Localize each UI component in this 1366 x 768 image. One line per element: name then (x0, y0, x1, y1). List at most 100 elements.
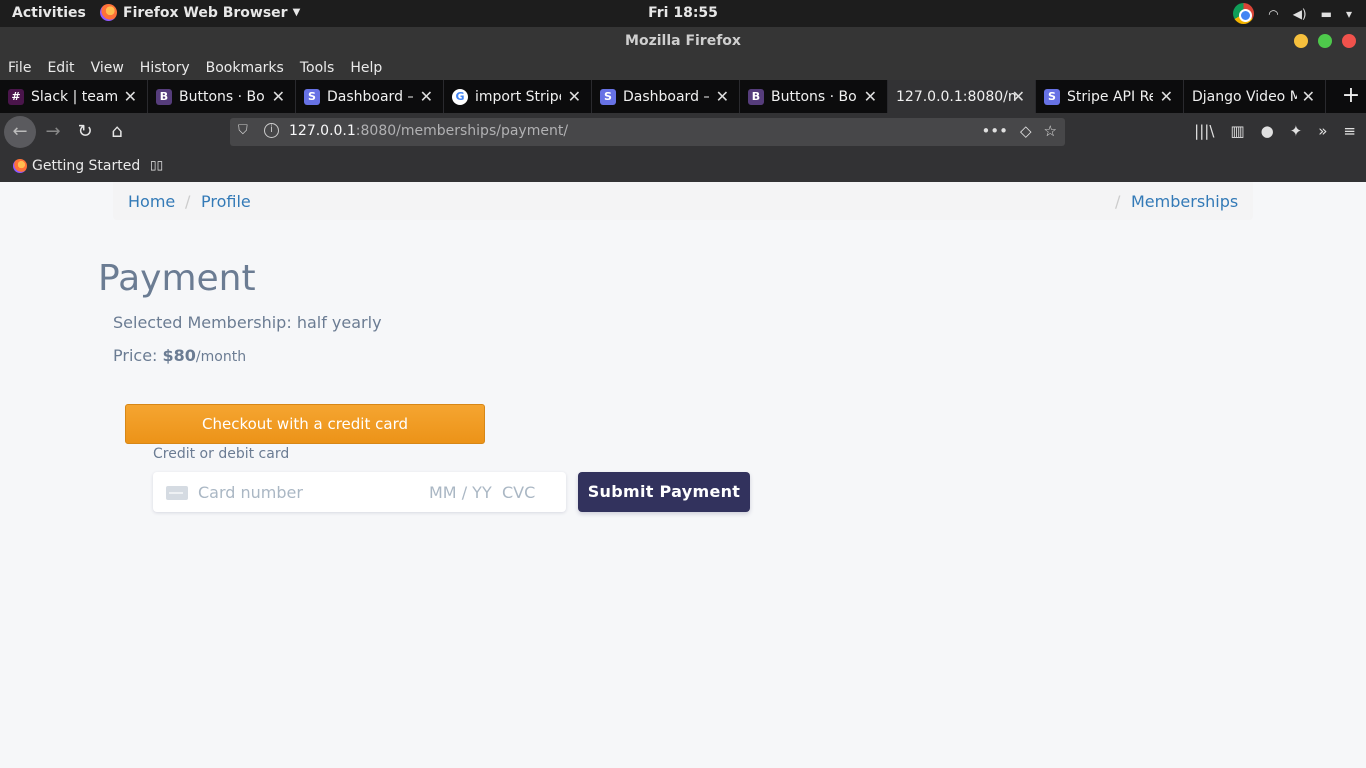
tab-label: Dashboard – (623, 88, 709, 105)
chevron-down-icon[interactable]: ▾ (1346, 7, 1352, 21)
stripe-icon: S (600, 88, 616, 105)
menu-bookmarks[interactable]: Bookmarks (206, 60, 284, 76)
price: Price: $80/month (113, 346, 246, 365)
tab-slack[interactable]: # Slack | team- ✕ (0, 80, 148, 113)
shield-icon[interactable]: ⛉ (238, 123, 248, 138)
tab-bootstrap-buttons-2[interactable]: B Buttons · Boo ✕ (740, 80, 888, 113)
bootstrap-icon: B (156, 88, 172, 105)
close-icon[interactable]: ✕ (272, 87, 285, 106)
tab-label: Buttons · Boo (179, 88, 265, 105)
navigation-toolbar: ← → ↻ ⌂ ⛉ i 127.0.0.1:8080/memberships/p… (0, 113, 1366, 151)
minimize-button[interactable] (1294, 34, 1308, 48)
menu-view[interactable]: View (91, 60, 124, 76)
breadcrumb-separator: / (1115, 192, 1121, 211)
tab-payment-active[interactable]: 127.0.0.1:8080/m ✕ (888, 80, 1036, 113)
close-icon[interactable]: ✕ (1012, 87, 1025, 106)
menu-edit[interactable]: Edit (47, 60, 74, 76)
menu-history[interactable]: History (140, 60, 190, 76)
tab-stripe-dashboard[interactable]: S Dashboard – ✕ (296, 80, 444, 113)
breadcrumb-memberships-link[interactable]: Memberships (1131, 192, 1238, 211)
web-page: Home / Profile / Memberships Payment Sel… (0, 182, 1366, 768)
close-icon[interactable]: ✕ (716, 87, 729, 106)
window-title: Mozilla Firefox (625, 33, 741, 49)
url-text[interactable]: 127.0.0.1:8080/memberships/payment/ (289, 123, 568, 139)
menu-tools[interactable]: Tools (300, 60, 335, 76)
bookmark-label: Getting Started (32, 158, 141, 174)
tab-label: Dashboard – (327, 88, 413, 105)
system-top-bar: Activities Firefox Web Browser ▼ Fri 18:… (0, 0, 1366, 27)
chrome-icon[interactable] (1233, 3, 1255, 24)
menu-file[interactable]: File (8, 60, 31, 76)
card-cvc-field[interactable]: CVC (502, 483, 535, 502)
info-icon[interactable]: i (264, 123, 279, 138)
volume-icon[interactable]: ◀) (1293, 7, 1307, 21)
url-host: 127.0.0.1 (289, 123, 356, 139)
tab-label: 127.0.0.1:8080/m (896, 88, 1016, 105)
menu-help[interactable]: Help (350, 60, 382, 76)
card-element-input[interactable]: Card number MM / YY CVC (153, 472, 566, 512)
google-icon: G (452, 88, 468, 105)
bootstrap-icon: B (748, 88, 764, 105)
home-button[interactable]: ⌂ (102, 118, 132, 146)
stripe-icon: S (1044, 88, 1060, 105)
tab-django-video[interactable]: Django Video M ✕ (1184, 80, 1326, 113)
tab-bar: # Slack | team- ✕ B Buttons · Boo ✕ S Da… (0, 80, 1366, 113)
close-icon[interactable]: ✕ (1302, 87, 1315, 106)
tab-label: Stripe API Re (1067, 88, 1153, 105)
new-tab-button[interactable]: + (1336, 80, 1366, 113)
window-title-bar: Mozilla Firefox (0, 27, 1366, 56)
card-number-field[interactable]: Card number (198, 483, 303, 502)
credit-card-icon (166, 486, 188, 500)
maximize-button[interactable] (1318, 34, 1332, 48)
page-actions-icon[interactable]: ••• (981, 122, 1008, 140)
clock[interactable]: Fri 18:55 (0, 5, 1366, 21)
forward-button[interactable]: → (38, 118, 68, 146)
close-icon[interactable]: ✕ (568, 87, 581, 106)
firefox-icon (13, 159, 27, 173)
tab-bootstrap-buttons[interactable]: B Buttons · Boo ✕ (148, 80, 296, 113)
back-button[interactable]: ← (4, 116, 36, 148)
close-icon[interactable]: ✕ (1160, 87, 1173, 106)
breadcrumb-profile-link[interactable]: Profile (201, 192, 251, 211)
hamburger-menu-icon[interactable]: ≡ (1343, 122, 1356, 140)
tab-label: Django Video M (1192, 88, 1297, 105)
system-tray[interactable]: ◠ ◀) ▬ ▾ (1233, 3, 1352, 24)
slack-icon: # (8, 88, 24, 105)
tab-google-search[interactable]: G import Stripe ✕ (444, 80, 592, 113)
library-icon[interactable]: |||\ (1194, 122, 1214, 140)
reader-icon[interactable]: ▯▯ (150, 158, 163, 172)
close-icon[interactable]: ✕ (420, 87, 433, 106)
breadcrumb-home-link[interactable]: Home (128, 192, 175, 211)
wifi-icon[interactable]: ◠ (1268, 7, 1278, 21)
tab-label: Buttons · Boo (771, 88, 857, 105)
bookmarks-toolbar: Getting Started ▯▯ (0, 151, 1366, 182)
stripe-icon: S (304, 88, 320, 105)
selected-membership: Selected Membership: half yearly (113, 313, 382, 332)
pocket-icon[interactable]: ◇ (1020, 122, 1032, 140)
address-bar[interactable]: ⛉ i 127.0.0.1:8080/memberships/payment/ … (230, 118, 1065, 146)
bookmark-star-icon[interactable]: ☆ (1044, 122, 1057, 140)
battery-icon[interactable]: ▬ (1321, 7, 1332, 21)
tab-stripe-dashboard-2[interactable]: S Dashboard – ✕ (592, 80, 740, 113)
checkout-credit-card-button[interactable]: Checkout with a credit card (125, 404, 485, 444)
account-icon[interactable]: ● (1261, 122, 1274, 140)
sidebar-icon[interactable]: ▥ (1230, 122, 1244, 140)
url-path: :8080/memberships/payment/ (355, 123, 569, 139)
close-icon[interactable]: ✕ (864, 87, 877, 106)
overflow-chevron-icon[interactable]: » (1318, 122, 1327, 140)
menu-bar: File Edit View History Bookmarks Tools H… (0, 56, 1366, 80)
close-icon[interactable]: ✕ (124, 87, 137, 106)
price-value: $80 (162, 346, 196, 365)
reload-button[interactable]: ↻ (70, 118, 100, 146)
submit-payment-button[interactable]: Submit Payment (578, 472, 750, 512)
tab-stripe-api[interactable]: S Stripe API Re ✕ (1036, 80, 1184, 113)
breadcrumb-separator: / (185, 192, 191, 211)
price-unit: /month (195, 349, 247, 365)
breadcrumb: Home / Profile / Memberships (113, 182, 1253, 220)
tab-label: import Stripe (475, 88, 561, 105)
bookmark-getting-started[interactable]: Getting Started (13, 158, 140, 174)
card-expiry-field[interactable]: MM / YY (429, 483, 492, 502)
card-field-label: Credit or debit card (153, 446, 290, 462)
close-window-button[interactable] (1342, 34, 1356, 48)
extension-icon[interactable]: ✦ (1290, 122, 1303, 140)
